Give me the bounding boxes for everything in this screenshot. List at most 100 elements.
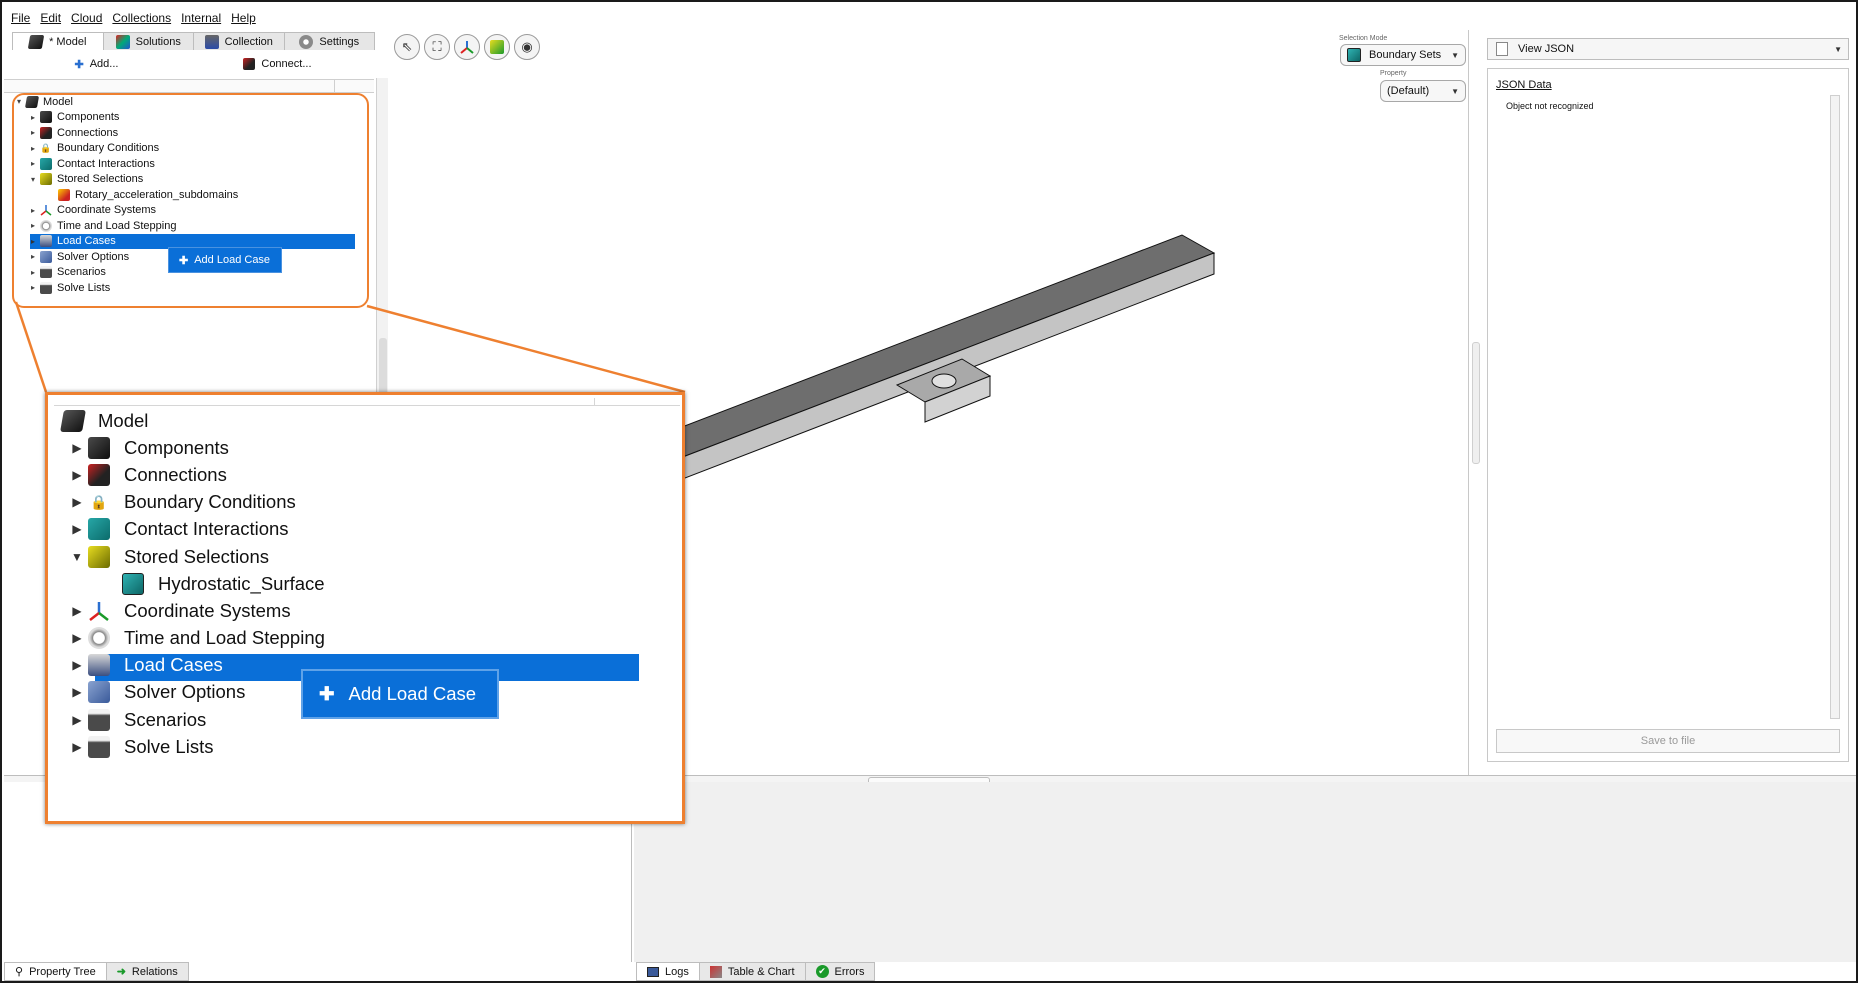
save-button-label: Save to file	[1640, 735, 1696, 747]
menu-cloud[interactable]: Cloud	[66, 8, 107, 28]
add-button[interactable]: ✚ Add...	[74, 54, 118, 74]
menu-edit[interactable]: Edit	[35, 8, 66, 28]
view-json-dropdown[interactable]: View JSON ▼	[1487, 38, 1849, 60]
tab-settings-label: Settings	[319, 35, 360, 48]
scenarios-icon	[88, 708, 110, 731]
expand-arrow-icon[interactable]: ▶	[66, 522, 88, 536]
left-panel-tabs: * Model Solutions Collection Settings	[12, 32, 375, 50]
json-scrollbar[interactable]	[1830, 95, 1840, 719]
right-panel-splitter[interactable]	[1472, 342, 1480, 464]
tab-errors-label: Errors	[834, 965, 865, 978]
expand-arrow-icon[interactable]: ▶	[66, 495, 88, 509]
load-cases-icon	[88, 654, 110, 677]
property-dropdown[interactable]: (Default) ▼	[1380, 80, 1466, 102]
plus-icon: ✚	[319, 683, 335, 704]
fit-view-icon[interactable]: ⛶	[424, 34, 450, 60]
tab-model-label: * Model	[49, 35, 87, 48]
model-icon	[60, 409, 86, 432]
expand-arrow-icon[interactable]: ▶	[66, 604, 88, 618]
clock-icon	[88, 627, 110, 650]
logs-panel	[634, 782, 1856, 962]
plus-icon: ✚	[74, 58, 84, 71]
tab-model[interactable]: * Model	[12, 32, 104, 50]
tab-collection[interactable]: Collection	[193, 32, 285, 50]
menu-internal-label: Internal	[181, 11, 222, 25]
expand-arrow-icon[interactable]: ▶	[66, 658, 88, 672]
chevron-down-icon: ▼	[1451, 87, 1459, 96]
selection-filter-icon[interactable]	[484, 34, 510, 60]
tab-table-chart-label: Table & Chart	[727, 965, 795, 978]
tab-logs[interactable]: Logs	[636, 962, 700, 981]
tree-root-model[interactable]: Model	[58, 407, 678, 434]
tree-item-label: Boundary Conditions	[124, 491, 296, 513]
menu-cloud-label: Cloud	[71, 11, 103, 25]
expand-arrow-icon[interactable]: ▶	[66, 631, 88, 645]
tab-logs-label: Logs	[665, 965, 689, 978]
chevron-down-icon: ▼	[1451, 51, 1459, 60]
tab-property-tree[interactable]: ⚲ Property Tree	[4, 962, 107, 981]
connect-button[interactable]: Connect...	[243, 54, 312, 74]
tree-item-boundary-conditions[interactable]: ▶ 🔒 Boundary Conditions	[58, 489, 678, 516]
logs-icon	[647, 966, 659, 977]
solve-lists-icon	[88, 735, 110, 758]
json-message: Object not recognized	[1506, 101, 1594, 111]
bottom-left-tabs: ⚲ Property Tree ➜ Relations	[4, 962, 189, 981]
tree-item-label: Contact Interactions	[124, 518, 289, 540]
select-icon[interactable]: ⇖	[394, 34, 420, 60]
tree-item-label: Components	[124, 436, 229, 458]
tree-item-contact-interactions[interactable]: ▶ Contact Interactions	[58, 516, 678, 543]
expand-arrow-icon[interactable]: ▶	[66, 441, 88, 455]
menu-help-label: Help	[231, 11, 256, 25]
zoomed-tree-callout: Model ▶ Components ▶ Connections ▶ 🔒 Bou…	[45, 392, 685, 824]
tree-item-label: Solve Lists	[124, 735, 214, 757]
expand-arrow-icon[interactable]: ▶	[66, 740, 88, 754]
viewport-toolbar: ⇖ ⛶ ◉	[394, 34, 540, 60]
tab-table-chart[interactable]: Table & Chart	[698, 962, 806, 981]
tree-item-label: Connections	[124, 463, 227, 485]
property-value: (Default)	[1387, 85, 1430, 97]
tree-item-components[interactable]: ▶ Components	[58, 434, 678, 461]
contact-icon	[88, 518, 110, 541]
json-panel: JSON Data Object not recognized Save to …	[1487, 68, 1849, 762]
tree-item-coordinate-systems[interactable]: ▶ Coordinate Systems	[58, 597, 678, 624]
tab-errors[interactable]: ✔ Errors	[804, 962, 876, 981]
tab-collection-label: Collection	[224, 35, 273, 48]
tree-item-stored-selections[interactable]: ▼ Stored Selections	[58, 543, 678, 570]
save-to-file-button[interactable]: Save to file	[1496, 729, 1840, 753]
menubar: File Edit Cloud Collections Internal Hel…	[6, 8, 261, 28]
tab-settings[interactable]: Settings	[283, 32, 375, 50]
lock-icon: 🔒	[88, 491, 110, 514]
table-icon	[709, 965, 722, 978]
axis-icon[interactable]	[454, 34, 480, 60]
selection-mode-label: Selection Mode	[1339, 35, 1388, 42]
expand-arrow-icon[interactable]: ▶	[66, 685, 88, 699]
boundary-sets-icon	[1347, 48, 1361, 62]
tree-item-solve-lists[interactable]: ▶ Solve Lists	[58, 733, 678, 760]
tab-relations[interactable]: ➜ Relations	[105, 962, 189, 981]
bottom-right-tabs: Logs Table & Chart ✔ Errors	[636, 962, 876, 981]
coordinate-icon	[88, 600, 110, 622]
tree-item-label: Scenarios	[124, 708, 207, 730]
eye-icon[interactable]: ◉	[514, 34, 540, 60]
expand-arrow-icon[interactable]: ▶	[66, 713, 88, 727]
connect-button-label: Connect...	[261, 58, 312, 70]
menu-collections[interactable]: Collections	[107, 8, 176, 28]
context-menu-add-load-case[interactable]: ✚ Add Load Case	[301, 669, 499, 719]
expand-arrow-icon[interactable]: ▶	[66, 468, 88, 482]
context-menu-label: Add Load Case	[348, 683, 477, 704]
search-icon: ⚲	[15, 966, 24, 978]
tree-item-hydrostatic-surface[interactable]: Hydrostatic_Surface	[58, 570, 678, 597]
tree-item-connections[interactable]: ▶ Connections	[58, 461, 678, 488]
highlight-frame	[12, 93, 369, 308]
collapse-arrow-icon[interactable]: ▼	[66, 550, 88, 564]
tree-item-time-load-stepping[interactable]: ▶ Time and Load Stepping	[58, 625, 678, 652]
menu-file[interactable]: File	[6, 8, 35, 28]
view-json-label: View JSON	[1518, 43, 1575, 55]
menu-internal[interactable]: Internal	[176, 8, 226, 28]
tree-root-label: Model	[98, 409, 149, 431]
tree-item-label: Solver Options	[124, 681, 246, 703]
tab-solutions[interactable]: Solutions	[102, 32, 194, 50]
selection-mode-value: Boundary Sets	[1369, 49, 1442, 61]
selection-mode-dropdown[interactable]: Boundary Sets ▼	[1340, 44, 1466, 66]
menu-help[interactable]: Help	[226, 8, 261, 28]
